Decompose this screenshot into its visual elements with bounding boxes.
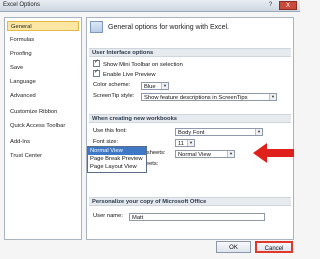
live-preview-label: Enable Live Preview (103, 72, 156, 79)
options-panel: General options for working with Excel. … (86, 17, 294, 240)
dropdown-option-page-layout[interactable]: Page Layout View (88, 163, 146, 171)
sidebar-item-save[interactable]: Save (7, 63, 79, 73)
color-scheme-value: Blue (144, 84, 156, 90)
sidebar-item-proofing[interactable]: Proofing (7, 49, 79, 59)
options-icon (90, 21, 103, 33)
ok-button[interactable]: OK (216, 241, 251, 253)
chevron-down-icon: ▼ (161, 83, 168, 89)
sidebar-item-customize-ribbon[interactable]: Customize Ribbon (7, 107, 79, 117)
sidebar-item-advanced[interactable]: Advanced (7, 91, 79, 101)
font-select[interactable]: Body Font ▼ (175, 128, 263, 136)
sidebar-item-general[interactable]: General (7, 21, 79, 31)
username-value: Matt (132, 215, 144, 221)
sidebar-item-formulas[interactable]: Formulas (7, 35, 79, 45)
sidebar: General Formulas Proofing Save Language … (4, 17, 82, 240)
ui-section-header: User Interface options (89, 48, 291, 57)
sidebar-item-language[interactable]: Language (7, 77, 79, 87)
color-scheme-select[interactable]: Blue ▼ (141, 82, 169, 90)
font-size-value: 11 (178, 141, 185, 147)
window-title: Excel Options (3, 2, 41, 8)
screentip-value: Show feature descriptions in ScreenTips (144, 95, 248, 101)
dropdown-option-normal[interactable]: Normal View (88, 147, 146, 155)
screentip-select[interactable]: Show feature descriptions in ScreenTips … (141, 93, 277, 101)
mini-toolbar-checkbox[interactable] (93, 58, 100, 67)
default-view-select[interactable]: Normal View ▼ (175, 150, 235, 158)
username-input[interactable]: Matt (129, 213, 265, 221)
default-view-dropdown[interactable]: Normal View Page Break Preview Page Layo… (87, 146, 147, 173)
color-scheme-label: Color scheme: (93, 82, 131, 88)
sidebar-item-add-ins[interactable]: Add-Ins (7, 137, 79, 147)
cancel-button[interactable]: Cancel (255, 241, 293, 253)
username-label: User name: (93, 213, 123, 219)
dropdown-option-page-break[interactable]: Page Break Preview (88, 155, 146, 163)
font-value: Body Font (178, 130, 205, 136)
red-arrow-icon (253, 143, 294, 163)
sidebar-item-trust-center[interactable]: Trust Center (7, 151, 79, 161)
font-label: Use this font: (93, 128, 127, 134)
mini-toolbar-label: Show Mini Toolbar on selection (103, 62, 183, 69)
live-preview-checkbox[interactable] (93, 68, 100, 77)
live-preview-row[interactable]: Enable Live Preview (93, 68, 156, 80)
screentip-label: ScreenTip style: (93, 93, 135, 99)
sidebar-item-quick-access-toolbar[interactable]: Quick Access Toolbar (7, 121, 79, 131)
chevron-down-icon: ▼ (227, 151, 234, 157)
mini-toolbar-row[interactable]: Show Mini Toolbar on selection (93, 58, 183, 70)
title-bar: Excel Options ? X (0, 0, 300, 12)
chevron-down-icon: ▼ (255, 129, 262, 135)
chevron-down-icon: ▼ (187, 140, 194, 146)
default-view-value: Normal View (178, 152, 211, 158)
help-button[interactable]: ? (265, 1, 276, 10)
workbook-section-header: When creating new workbooks (89, 114, 291, 123)
font-size-select[interactable]: 11 ▼ (175, 139, 195, 147)
close-button[interactable]: X (279, 1, 297, 10)
chevron-down-icon: ▼ (269, 94, 276, 100)
panel-header: General options for working with Excel. (108, 24, 229, 31)
personalize-section-header: Personalize your copy of Microsoft Offic… (89, 197, 291, 206)
